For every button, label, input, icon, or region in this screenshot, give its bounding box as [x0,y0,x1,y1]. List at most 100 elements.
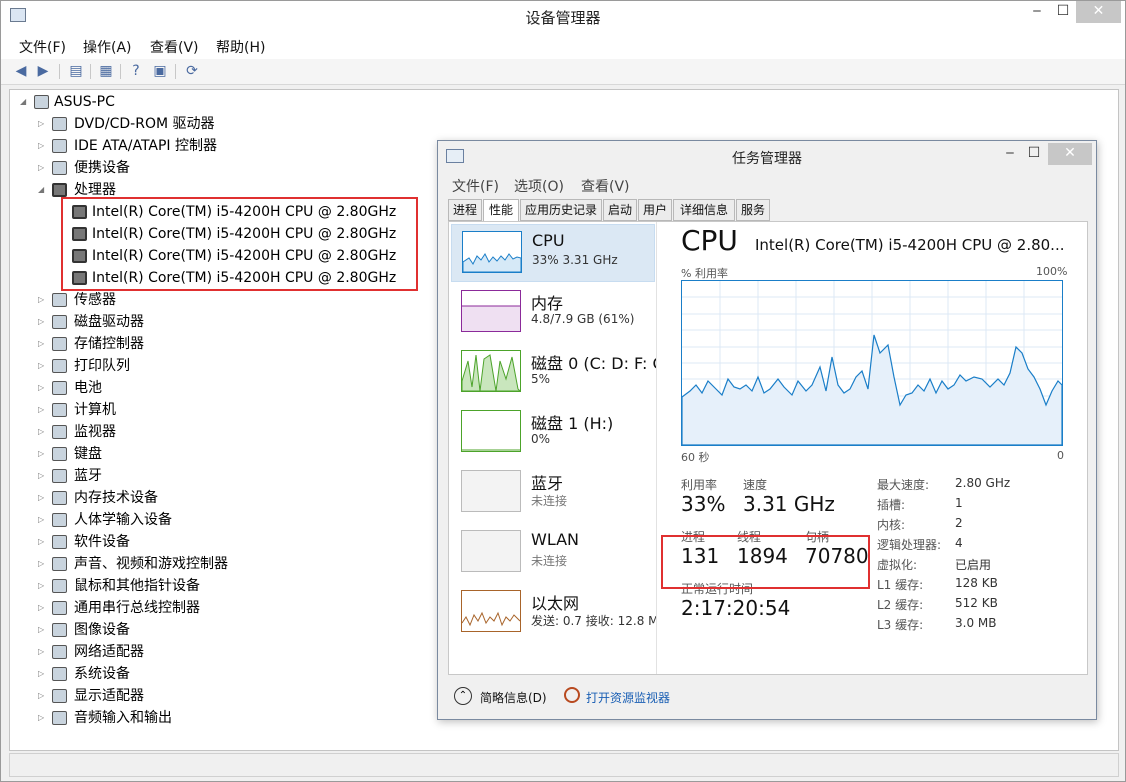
tab-services[interactable]: 服务 [736,199,770,221]
device-category-icon [52,711,67,725]
expand-arrow-icon[interactable]: ▷ [38,334,48,354]
expand-arrow-icon[interactable]: ▷ [38,466,48,486]
spec-label: 插槽: [877,498,906,512]
tab-details[interactable]: 详细信息 [673,199,735,221]
tree-item-label: 蓝牙 [74,468,102,484]
tm-menu-options[interactable]: 选项(O) [514,176,564,196]
expand-arrow-icon[interactable]: ▷ [38,400,48,420]
computer-icon [34,95,49,109]
performance-panel: CPU 33% 3.31 GHz 内存 4.8/7.9 GB (61%) 磁盘 … [448,221,1088,675]
help-icon[interactable]: ? [127,63,145,79]
highlight-box-processors [61,197,418,291]
collapse-arrow-icon[interactable]: ◢ [20,92,30,112]
expand-arrow-icon[interactable]: ▷ [38,290,48,310]
menu-file[interactable]: 文件(F) [19,37,66,57]
spec-value: 4 [955,536,963,550]
tm-menu-view[interactable]: 查看(V) [581,176,630,196]
tab-users[interactable]: 用户 [638,199,672,221]
resource-list: CPU 33% 3.31 GHz 内存 4.8/7.9 GB (61%) 磁盘 … [449,222,657,674]
expand-arrow-icon[interactable]: ▷ [38,378,48,398]
tab-startup[interactable]: 启动 [603,199,637,221]
open-resource-monitor-link[interactable]: 打开资源监视器 [586,689,670,706]
expand-arrow-icon[interactable]: ▷ [38,708,48,728]
spec-value: 2 [955,516,963,530]
maximize-button[interactable]: ☐ [1051,1,1075,23]
close-button[interactable]: ✕ [1076,1,1121,23]
expand-arrow-icon[interactable]: ▷ [38,686,48,706]
expand-arrow-icon[interactable]: ▷ [38,356,48,376]
expand-arrow-icon[interactable]: ▷ [38,642,48,662]
expand-arrow-icon[interactable]: ▷ [38,598,48,618]
status-bar [9,753,1119,777]
memory-thumbnail [461,290,521,332]
resource-bluetooth[interactable]: 蓝牙 未连接 [451,464,655,522]
spec-value: 已启用 [955,558,992,572]
task-manager-window: 任务管理器 ‒ ☐ ✕ 文件(F) 选项(O) 查看(V) 进程 性能 应用历史… [437,140,1097,720]
disk1-thumbnail [461,410,521,452]
resource-memory[interactable]: 内存 4.8/7.9 GB (61%) [451,284,655,342]
expand-arrow-icon[interactable]: ▷ [38,488,48,508]
menu-bar: 文件(F) 操作(A) 查看(V) 帮助(H) [1,33,1125,59]
action-pane-icon[interactable]: ▣ [151,63,169,79]
collapse-arrow-icon[interactable]: ◢ [38,180,48,200]
spec-label: L3 缓存: [877,618,924,632]
device-category-icon [52,469,67,483]
expand-arrow-icon[interactable]: ▷ [38,158,48,178]
cpu-heading: CPU [681,224,738,257]
expand-arrow-icon[interactable]: ▷ [38,664,48,684]
expand-arrow-icon[interactable]: ▷ [38,532,48,552]
tm-maximize-button[interactable]: ☐ [1022,143,1046,165]
resource-wlan[interactable]: WLAN 未连接 [451,524,655,582]
expand-arrow-icon[interactable]: ▷ [38,114,48,134]
device-category-icon [52,139,67,153]
tm-close-button[interactable]: ✕ [1048,143,1092,165]
expand-arrow-icon[interactable]: ▷ [38,422,48,442]
resource-monitor-icon [564,687,580,703]
forward-icon[interactable]: ▶ [34,63,52,79]
expand-arrow-icon[interactable]: ▷ [38,444,48,464]
expand-arrow-icon[interactable]: ▷ [38,576,48,596]
menu-view[interactable]: 查看(V) [150,37,199,57]
tree-item-label: 网络适配器 [74,644,144,660]
spec-label: 最大速度: [877,478,930,492]
resource-ethernet[interactable]: 以太网 发送: 0.7 接收: 12.8 M [451,584,656,642]
device-category-icon [52,557,67,571]
properties-icon[interactable]: ▦ [97,63,115,79]
tree-item-label: 内存技术设备 [74,490,158,506]
expand-arrow-icon[interactable]: ▷ [38,136,48,156]
resource-cpu[interactable]: CPU 33% 3.31 GHz [451,224,655,282]
bluetooth-thumbnail [461,470,521,512]
back-icon[interactable]: ◀ [12,63,30,79]
fewer-details-icon[interactable]: ⌃ [454,687,472,705]
tab-performance[interactable]: 性能 [483,199,519,222]
util-value: 33% [681,492,726,516]
console-tree-icon[interactable]: ▤ [67,63,85,79]
device-category-icon [52,579,67,593]
tree-item-label: 人体学输入设备 [74,512,172,528]
resource-disk1[interactable]: 磁盘 1 (H:) 0% [451,404,655,462]
tree-item-label: 计算机 [74,402,116,418]
uptime-value: 2:17:20:54 [681,596,791,620]
menu-action[interactable]: 操作(A) [83,37,132,57]
expand-arrow-icon[interactable]: ▷ [38,510,48,530]
tab-app-history[interactable]: 应用历史记录 [520,199,602,221]
tm-minimize-button[interactable]: ‒ [998,143,1022,165]
util-axis-label: % 利用率 [681,267,728,280]
disk0-thumbnail [461,350,522,392]
device-category-icon [52,381,67,395]
menu-help[interactable]: 帮助(H) [216,37,265,57]
scan-hardware-icon[interactable]: ⟳ [183,63,201,79]
fewer-details-link[interactable]: 简略信息(D) [480,689,547,706]
resource-disk0[interactable]: 磁盘 0 (C: D: F: G 5% [451,344,656,402]
expand-arrow-icon[interactable]: ▷ [38,620,48,640]
tree-item-label: 通用串行总线控制器 [74,600,200,616]
spec-value: 512 KB [955,596,998,610]
tree-item-label: 键盘 [74,446,102,462]
cpu-thumbnail [462,231,522,273]
expand-arrow-icon[interactable]: ▷ [38,554,48,574]
tab-processes[interactable]: 进程 [448,199,482,221]
tm-menu-file[interactable]: 文件(F) [452,176,499,196]
minimize-button[interactable]: ‒ [1025,1,1049,23]
expand-arrow-icon[interactable]: ▷ [38,312,48,332]
cpu-detail: CPU Intel(R) Core(TM) i5-4200H CPU @ 2.8… [671,222,1085,674]
